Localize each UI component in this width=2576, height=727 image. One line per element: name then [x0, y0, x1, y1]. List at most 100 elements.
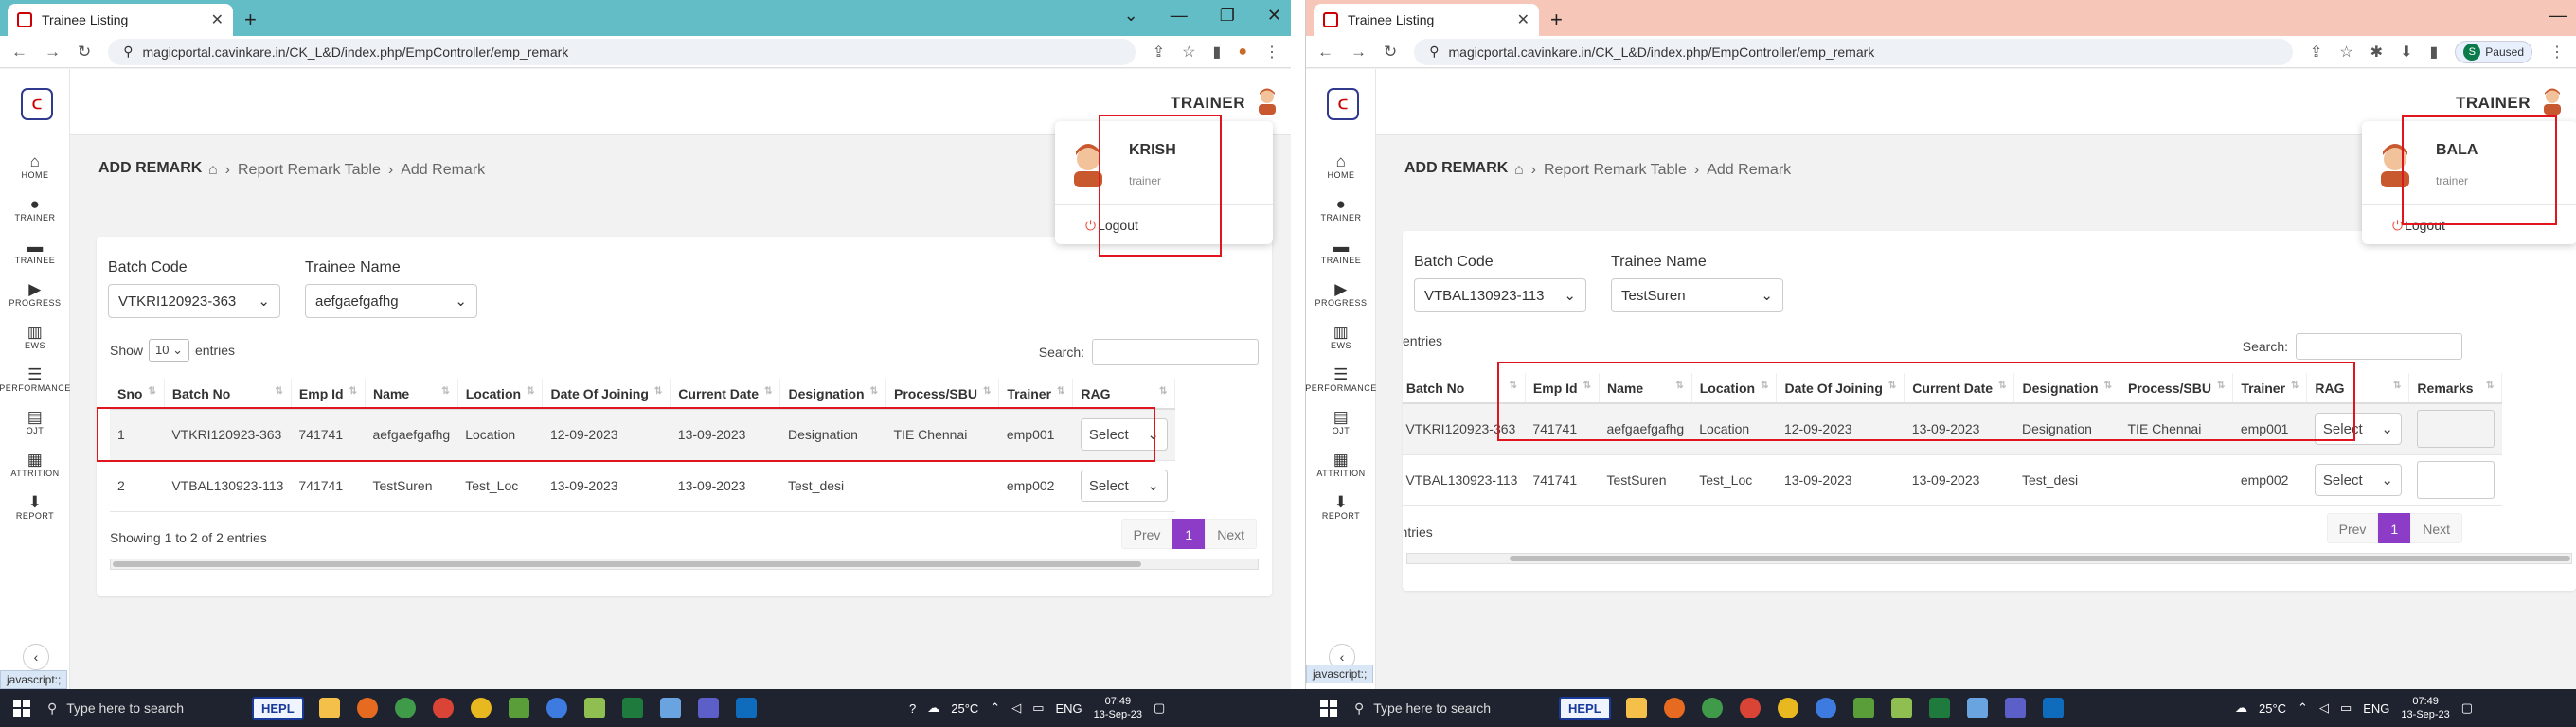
- horizontal-scrollbar[interactable]: [1406, 553, 2572, 564]
- chrome-icon[interactable]: [432, 698, 454, 718]
- url-field[interactable]: ⚲ magicportal.cavinkare.in/CK_L&D/index.…: [108, 38, 1136, 65]
- sort-icon[interactable]: ⇅: [2393, 381, 2401, 391]
- file-explorer-icon[interactable]: [1625, 698, 1647, 718]
- side-panel-icon[interactable]: ▮: [1213, 43, 1222, 62]
- chrome-icon[interactable]: [1701, 698, 1723, 718]
- avatar[interactable]: [2540, 86, 2565, 115]
- sidebar-item-trainer[interactable]: ● TRAINER: [1306, 187, 1376, 230]
- share-icon[interactable]: ⇪: [2310, 43, 2322, 62]
- column-header[interactable]: Location ⇅: [457, 379, 544, 410]
- home-icon[interactable]: ⌂: [1514, 162, 1524, 179]
- windows-start-icon[interactable]: [13, 700, 30, 717]
- column-header[interactable]: Current Date ⇅: [670, 379, 781, 410]
- chrome-icon[interactable]: [470, 698, 492, 718]
- sort-icon[interactable]: ⇅: [654, 386, 662, 397]
- rag-select[interactable]: Select ⌄: [2314, 464, 2402, 496]
- bookmark-star-icon[interactable]: ☆: [1182, 43, 1195, 62]
- breadcrumb-item[interactable]: Report Remark Table: [1544, 162, 1687, 179]
- menu-icon[interactable]: ⋮: [1264, 43, 1279, 62]
- scrollbar-thumb[interactable]: [1510, 556, 2570, 561]
- forward-icon[interactable]: →: [1351, 43, 1367, 62]
- batch-code-select[interactable]: VTBAL130923-113 ⌄: [1414, 278, 1586, 312]
- windows-start-icon[interactable]: [1320, 700, 1337, 717]
- remarks-input[interactable]: [2416, 410, 2495, 449]
- prev-page-button[interactable]: Prev: [1120, 519, 1173, 549]
- prev-page-button[interactable]: Prev: [2326, 513, 2379, 543]
- app-icon[interactable]: [508, 698, 529, 718]
- page-1-button[interactable]: 1: [2378, 513, 2411, 543]
- site-info-icon[interactable]: ⚲: [123, 44, 133, 60]
- sidebar-item-attrition[interactable]: ▦ ATTRITION: [0, 443, 70, 486]
- collapse-sidebar-button[interactable]: ‹: [23, 644, 49, 670]
- sort-icon[interactable]: ⇅: [983, 386, 991, 397]
- app-icon[interactable]: [1852, 698, 1874, 718]
- column-header[interactable]: Emp Id ⇅: [291, 379, 366, 410]
- minimize-icon[interactable]: —: [1171, 6, 1188, 26]
- hepl-logo[interactable]: HEPL: [252, 696, 304, 720]
- sort-icon[interactable]: ⇅: [148, 386, 155, 397]
- sort-icon[interactable]: ⇅: [349, 386, 357, 397]
- tab-trainee-listing[interactable]: Trainee Listing ✕: [8, 4, 233, 36]
- teams-icon[interactable]: [2004, 698, 2026, 718]
- clock[interactable]: 07:49 13-Sep-23: [2401, 695, 2449, 721]
- search-input[interactable]: [2296, 333, 2462, 360]
- language[interactable]: ENG: [2363, 701, 2389, 716]
- close-tab-icon[interactable]: ✕: [1517, 10, 1530, 29]
- sidebar-item-ews[interactable]: ▥ EWS: [0, 315, 70, 358]
- close-window-icon[interactable]: ✕: [1267, 6, 1281, 26]
- taskbar-search[interactable]: ⚲ Type here to search: [1354, 689, 1544, 727]
- download-icon[interactable]: ⬇: [2400, 43, 2412, 62]
- firefox-icon[interactable]: [356, 698, 378, 718]
- profile-paused-button[interactable]: S Paused: [2455, 40, 2532, 63]
- file-explorer-icon[interactable]: [318, 698, 340, 718]
- reload-icon[interactable]: ↻: [78, 43, 91, 62]
- app-logo[interactable]: ᑕ: [21, 88, 53, 120]
- menu-icon[interactable]: ⋮: [2549, 43, 2565, 62]
- sidebar-item-report[interactable]: ⬇ REPORT: [0, 486, 70, 528]
- sort-icon[interactable]: ⇅: [764, 386, 772, 397]
- sidebar-item-home[interactable]: ⌂ HOME: [1306, 145, 1376, 187]
- scrollbar-thumb[interactable]: [113, 561, 1141, 567]
- app-icon[interactable]: [1966, 698, 1988, 718]
- network-icon[interactable]: ▭: [2340, 700, 2352, 716]
- sort-icon[interactable]: ⇅: [1159, 386, 1167, 397]
- next-page-button[interactable]: Next: [1205, 519, 1257, 549]
- sidebar-item-performance[interactable]: ☰ PERFORMANCE: [0, 358, 70, 400]
- teams-icon[interactable]: [697, 698, 719, 718]
- column-header[interactable]: Name ⇅: [365, 379, 458, 410]
- chrome-icon[interactable]: [394, 698, 416, 718]
- trainee-name-select[interactable]: TestSuren ⌄: [1611, 278, 1783, 312]
- search-input[interactable]: [1092, 339, 1259, 365]
- sort-icon[interactable]: ⇅: [441, 386, 449, 397]
- column-header[interactable]: Designation ⇅: [779, 379, 886, 410]
- sidebar-item-progress[interactable]: ▶ PROGRESS: [1306, 273, 1376, 315]
- close-tab-icon[interactable]: ✕: [211, 10, 224, 29]
- network-icon[interactable]: ▭: [1032, 700, 1044, 716]
- hepl-logo[interactable]: HEPL: [1559, 696, 1611, 720]
- chrome-icon[interactable]: [1815, 698, 1836, 718]
- firefox-icon[interactable]: [1663, 698, 1685, 718]
- extensions-icon[interactable]: ✱: [2370, 43, 2383, 62]
- sort-icon[interactable]: ⇅: [1057, 386, 1064, 397]
- home-icon[interactable]: ⌂: [208, 162, 218, 179]
- column-header[interactable]: Batch No ⇅: [164, 379, 292, 410]
- taskbar-search[interactable]: ⚲ Type here to search: [47, 689, 237, 727]
- next-page-button[interactable]: Next: [2410, 513, 2462, 543]
- column-header[interactable]: Remarks ⇅: [2408, 373, 2503, 404]
- chrome-icon[interactable]: [1739, 698, 1761, 718]
- sort-icon[interactable]: ⇅: [527, 386, 534, 397]
- new-tab-icon[interactable]: +: [1550, 8, 1563, 32]
- entries-select[interactable]: 10 ⌄: [149, 339, 190, 362]
- side-panel-icon[interactable]: ▮: [2429, 43, 2438, 62]
- new-tab-icon[interactable]: +: [244, 8, 257, 32]
- page-1-button[interactable]: 1: [1172, 519, 1206, 549]
- excel-icon[interactable]: [621, 698, 643, 718]
- back-icon[interactable]: ←: [1317, 43, 1333, 62]
- breadcrumb-item[interactable]: Report Remark Table: [238, 162, 381, 179]
- maximize-icon[interactable]: ❐: [1220, 6, 1235, 26]
- app-icon[interactable]: [659, 698, 681, 718]
- sidebar-item-trainer[interactable]: ● TRAINER: [0, 187, 70, 230]
- tab-trainee-listing[interactable]: Trainee Listing ✕: [1314, 4, 1539, 36]
- speaker-icon[interactable]: ◁: [1011, 700, 1021, 716]
- column-header[interactable]: RAG ⇅: [1072, 379, 1176, 410]
